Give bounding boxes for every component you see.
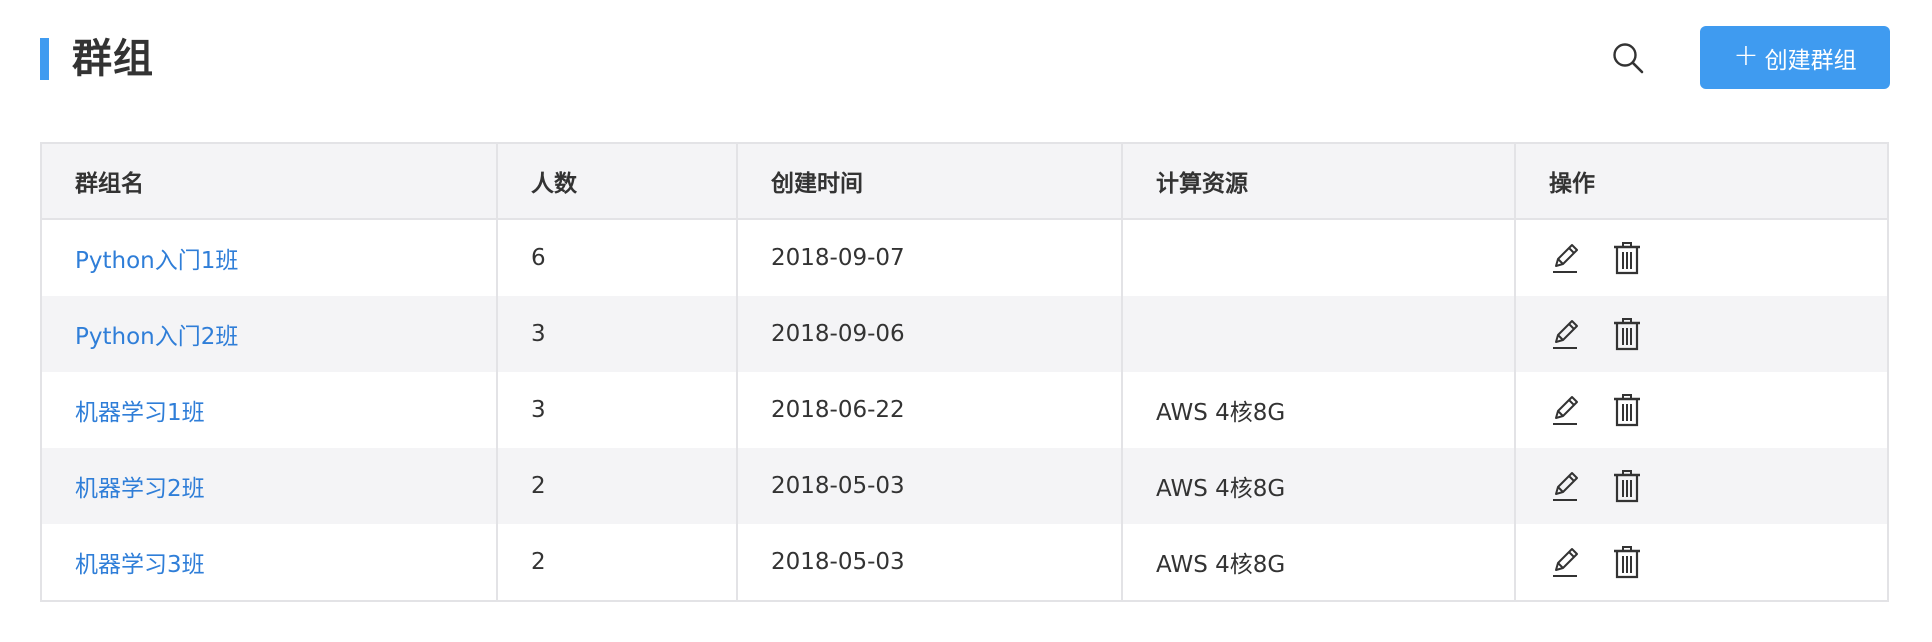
group-created-date: 2018-09-07 bbox=[738, 220, 1123, 296]
table-header-row: 群组名 人数 创建时间 计算资源 操作 bbox=[42, 144, 1887, 220]
group-members: 2 bbox=[498, 524, 738, 600]
group-members: 3 bbox=[498, 296, 738, 372]
group-resource: AWS 4核8G bbox=[1123, 524, 1516, 600]
create-group-button[interactable]: + 创建群组 bbox=[1700, 26, 1890, 89]
column-header-name[interactable]: 群组名 bbox=[42, 144, 498, 218]
trash-icon[interactable] bbox=[1611, 469, 1643, 503]
edit-icon[interactable] bbox=[1549, 545, 1581, 579]
group-created-date: 2018-05-03 bbox=[738, 524, 1123, 600]
column-header-resource[interactable]: 计算资源 bbox=[1123, 144, 1516, 218]
group-created-date: 2018-06-22 bbox=[738, 372, 1123, 448]
group-name-link[interactable]: 机器学习1班 bbox=[42, 372, 498, 448]
row-actions bbox=[1516, 448, 1887, 524]
edit-icon[interactable] bbox=[1549, 393, 1581, 427]
trash-icon[interactable] bbox=[1611, 393, 1643, 427]
search-icon[interactable] bbox=[1610, 40, 1646, 76]
trash-icon[interactable] bbox=[1611, 545, 1643, 579]
group-resource: AWS 4核8G bbox=[1123, 372, 1516, 448]
group-resource bbox=[1123, 220, 1516, 296]
edit-icon[interactable] bbox=[1549, 317, 1581, 351]
row-actions bbox=[1516, 296, 1887, 372]
table-row: Python入门1班 6 2018-09-07 bbox=[42, 220, 1887, 296]
trash-icon[interactable] bbox=[1611, 241, 1643, 275]
groups-page: 群组 + 创建群组 群组名 人数 创建时间 计算资源 操作 Python入门1班… bbox=[0, 0, 1932, 642]
column-header-created[interactable]: 创建时间 bbox=[738, 144, 1123, 218]
column-header-members[interactable]: 人数 bbox=[498, 144, 738, 218]
group-resource bbox=[1123, 296, 1516, 372]
group-name-link[interactable]: Python入门1班 bbox=[42, 220, 498, 296]
edit-icon[interactable] bbox=[1549, 469, 1581, 503]
table-row: 机器学习1班 3 2018-06-22 AWS 4核8G bbox=[42, 372, 1887, 448]
table-row: Python入门2班 3 2018-09-06 bbox=[42, 296, 1887, 372]
row-actions bbox=[1516, 372, 1887, 448]
group-resource: AWS 4核8G bbox=[1123, 448, 1516, 524]
create-group-label: 创建群组 bbox=[1764, 47, 1857, 74]
page-title: 群组 bbox=[72, 36, 154, 82]
row-actions bbox=[1516, 524, 1887, 600]
group-name-link[interactable]: Python入门2班 bbox=[42, 296, 498, 372]
group-name-link[interactable]: 机器学习2班 bbox=[42, 448, 498, 524]
edit-icon[interactable] bbox=[1549, 241, 1581, 275]
group-created-date: 2018-09-06 bbox=[738, 296, 1123, 372]
groups-table: 群组名 人数 创建时间 计算资源 操作 Python入门1班 6 2018-09… bbox=[40, 142, 1889, 602]
column-header-actions: 操作 bbox=[1549, 171, 1595, 197]
group-name-link[interactable]: 机器学习3班 bbox=[42, 524, 498, 600]
group-members: 2 bbox=[498, 448, 738, 524]
plus-icon: + bbox=[1733, 38, 1759, 73]
table-row: 机器学习2班 2 2018-05-03 AWS 4核8G bbox=[42, 448, 1887, 524]
group-members: 6 bbox=[498, 220, 738, 296]
trash-icon[interactable] bbox=[1611, 317, 1643, 351]
group-members: 3 bbox=[498, 372, 738, 448]
table-row: 机器学习3班 2 2018-05-03 AWS 4核8G bbox=[42, 524, 1887, 600]
row-actions bbox=[1516, 220, 1887, 296]
title-accent-bar bbox=[40, 38, 49, 80]
group-created-date: 2018-05-03 bbox=[738, 448, 1123, 524]
